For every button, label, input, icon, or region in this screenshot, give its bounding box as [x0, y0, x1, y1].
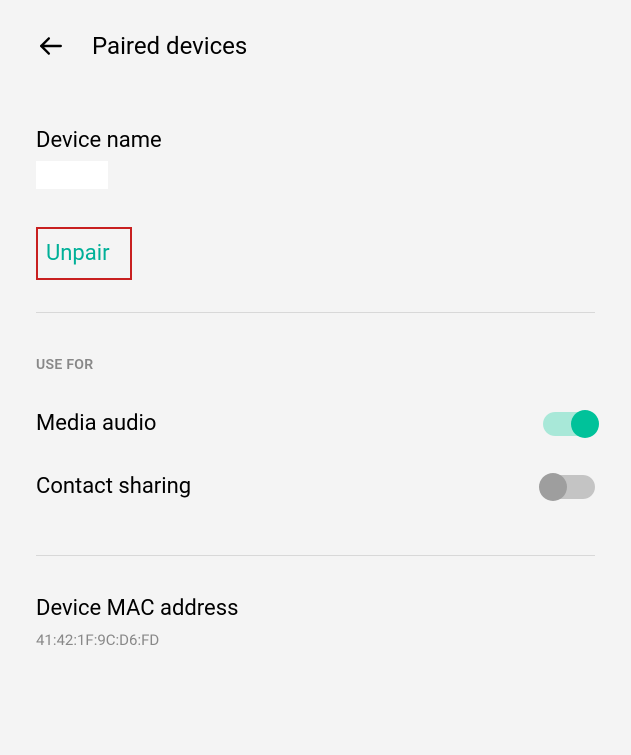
mac-address-section: Device MAC address 41:42:1F:9C:D6:FD [36, 596, 595, 649]
unpair-highlight-box: Unpair [36, 227, 132, 280]
media-audio-toggle[interactable] [543, 412, 595, 436]
media-audio-label: Media audio [36, 411, 156, 436]
divider [36, 555, 595, 556]
mac-address-value: 41:42:1F:9C:D6:FD [36, 631, 595, 649]
page-title: Paired devices [92, 32, 247, 60]
contact-sharing-toggle[interactable] [543, 475, 595, 499]
device-name-value[interactable] [36, 161, 108, 189]
media-audio-row: Media audio [36, 411, 595, 436]
header: Paired devices [0, 0, 631, 92]
contact-sharing-label: Contact sharing [36, 474, 191, 499]
mac-address-label: Device MAC address [36, 596, 595, 621]
unpair-button[interactable]: Unpair [46, 241, 110, 266]
device-name-label: Device name [36, 128, 595, 153]
use-for-section-label: USE FOR [36, 357, 595, 373]
contact-sharing-row: Contact sharing [36, 474, 595, 499]
device-name-section: Device name [36, 128, 595, 193]
back-arrow-icon[interactable] [38, 33, 64, 59]
divider [36, 312, 595, 313]
content: Device name Unpair USE FOR Media audio C… [0, 128, 631, 649]
